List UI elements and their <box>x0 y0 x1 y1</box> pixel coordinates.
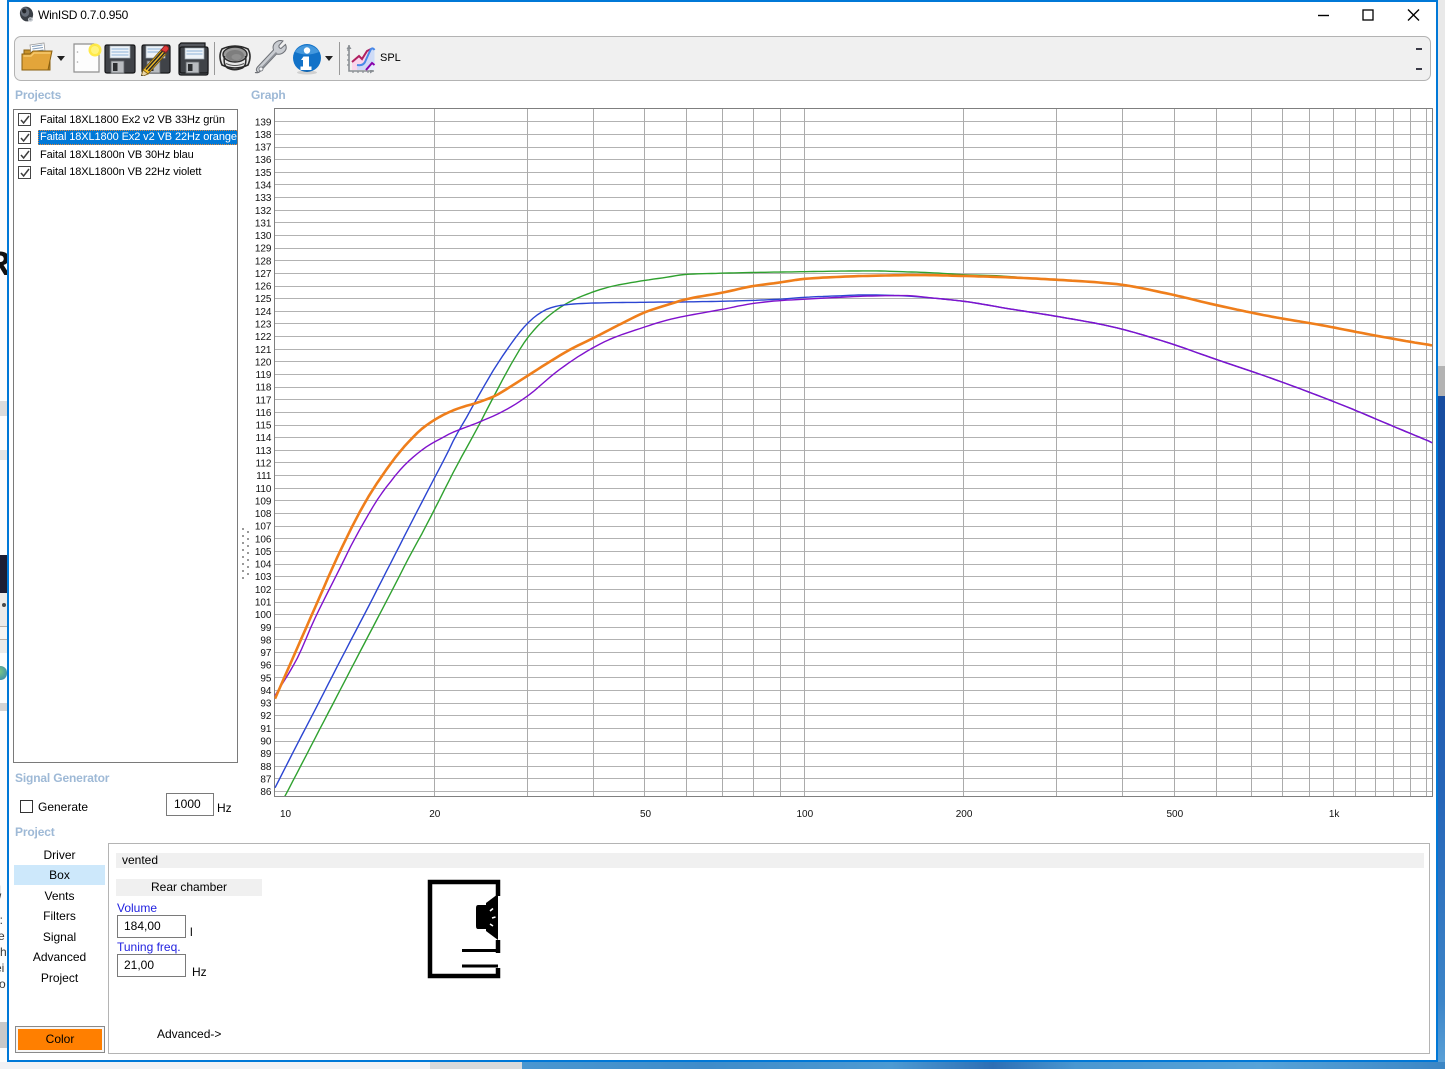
svg-text:133: 133 <box>255 193 272 204</box>
svg-text:125: 125 <box>255 294 272 305</box>
svg-text:99: 99 <box>260 623 272 634</box>
svg-text:93: 93 <box>260 699 272 710</box>
svg-text:98: 98 <box>260 635 272 646</box>
svg-text:88: 88 <box>260 762 272 773</box>
svg-text:100: 100 <box>796 809 813 820</box>
svg-text:128: 128 <box>255 256 272 267</box>
svg-text:92: 92 <box>260 711 272 722</box>
svg-text:117: 117 <box>256 395 272 406</box>
svg-text:101: 101 <box>255 598 272 609</box>
svg-text:110: 110 <box>256 484 272 495</box>
svg-text:95: 95 <box>260 673 272 684</box>
svg-text:124: 124 <box>255 307 272 318</box>
svg-text:102: 102 <box>255 585 272 596</box>
svg-text:111: 111 <box>256 471 272 482</box>
svg-text:122: 122 <box>255 332 272 343</box>
svg-text:118: 118 <box>256 383 272 394</box>
svg-text:115: 115 <box>256 421 272 432</box>
svg-text:500: 500 <box>1166 809 1183 820</box>
svg-text:136: 136 <box>255 155 272 166</box>
svg-text:96: 96 <box>260 661 272 672</box>
svg-text:106: 106 <box>255 534 272 545</box>
svg-text:90: 90 <box>260 737 272 748</box>
svg-text:10: 10 <box>280 809 292 820</box>
svg-text:104: 104 <box>255 560 272 571</box>
svg-text:97: 97 <box>260 648 272 659</box>
svg-text:116: 116 <box>256 408 272 419</box>
svg-text:135: 135 <box>255 168 272 179</box>
svg-text:91: 91 <box>260 724 272 735</box>
svg-text:138: 138 <box>255 130 272 141</box>
svg-text:127: 127 <box>255 269 272 280</box>
svg-text:129: 129 <box>255 244 272 255</box>
svg-text:105: 105 <box>255 547 272 558</box>
svg-text:89: 89 <box>260 749 272 760</box>
svg-text:20: 20 <box>429 809 441 820</box>
svg-text:108: 108 <box>255 509 272 520</box>
svg-text:132: 132 <box>255 206 272 217</box>
svg-text:130: 130 <box>255 231 272 242</box>
svg-text:200: 200 <box>956 809 973 820</box>
svg-text:131: 131 <box>255 218 272 229</box>
svg-text:87: 87 <box>260 774 272 785</box>
svg-text:139: 139 <box>255 117 272 128</box>
svg-text:94: 94 <box>260 686 272 697</box>
svg-text:107: 107 <box>255 522 272 533</box>
svg-text:120: 120 <box>255 357 272 368</box>
svg-text:50: 50 <box>640 809 652 820</box>
svg-text:114: 114 <box>256 433 272 444</box>
svg-text:109: 109 <box>255 496 272 507</box>
svg-text:134: 134 <box>255 181 272 192</box>
svg-text:1k: 1k <box>1329 809 1341 820</box>
svg-text:113: 113 <box>256 446 272 457</box>
svg-text:103: 103 <box>255 572 272 583</box>
svg-text:86: 86 <box>260 787 272 798</box>
svg-text:121: 121 <box>255 345 272 356</box>
svg-text:100: 100 <box>255 610 272 621</box>
svg-text:126: 126 <box>255 282 272 293</box>
svg-text:137: 137 <box>255 143 272 154</box>
svg-text:119: 119 <box>256 370 272 381</box>
svg-text:112: 112 <box>256 459 272 470</box>
svg-text:123: 123 <box>255 320 272 331</box>
